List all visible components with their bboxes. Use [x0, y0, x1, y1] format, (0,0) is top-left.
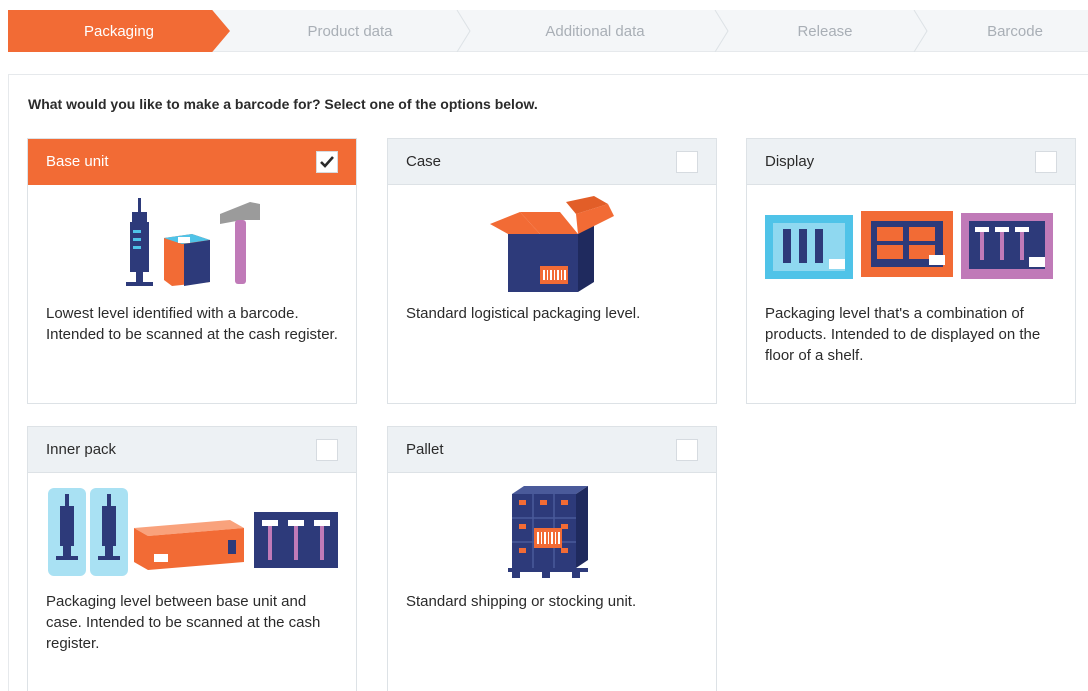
- checkmark-icon: [320, 155, 334, 168]
- step-additional-data[interactable]: Additional data: [470, 10, 720, 52]
- option-card-case[interactable]: Case Standard logistical packaging level…: [387, 138, 717, 404]
- chevron-right-icon: [913, 10, 928, 52]
- option-card-pallet[interactable]: Pallet Standard shipping or stocking uni…: [387, 426, 717, 691]
- step-barcode[interactable]: Barcode: [930, 10, 1088, 52]
- checkbox[interactable]: [676, 438, 698, 461]
- card-header: Pallet: [388, 427, 716, 473]
- inner-pack-illustration: [28, 473, 356, 591]
- option-card-display[interactable]: Display Packaging level that's a combina…: [746, 138, 1076, 404]
- pallet-illustration: [388, 473, 716, 591]
- card-description: Packaging level between base unit and ca…: [46, 593, 321, 652]
- step-product-data[interactable]: Product data: [230, 10, 470, 52]
- card-header: Display: [747, 139, 1075, 185]
- checkbox[interactable]: [676, 150, 698, 173]
- card-description: Standard logistical packaging level.: [406, 305, 641, 322]
- question-heading: What would you like to make a barcode fo…: [28, 96, 538, 112]
- card-header: Case: [388, 139, 716, 185]
- card-title: Inner pack: [46, 441, 117, 458]
- step-label: Product data: [307, 22, 393, 40]
- card-header: Inner pack: [28, 427, 356, 473]
- card-description: Packaging level that's a combination of …: [765, 305, 1041, 364]
- card-title: Pallet: [406, 441, 444, 458]
- step-label: Additional data: [545, 22, 645, 40]
- checkbox[interactable]: [316, 150, 338, 173]
- card-title: Display: [765, 153, 815, 170]
- card-description: Lowest level identified with a barcode. …: [46, 305, 338, 343]
- card-description: Standard shipping or stocking unit.: [406, 593, 637, 610]
- card-title: Case: [406, 153, 442, 170]
- step-label: Barcode: [987, 22, 1043, 40]
- base-unit-illustration: [28, 185, 356, 303]
- display-illustration: [747, 185, 1075, 303]
- step-release[interactable]: Release: [720, 10, 930, 52]
- option-card-base-unit[interactable]: Base unit Lowest level identified with a…: [27, 138, 357, 404]
- step-label: Release: [797, 22, 853, 40]
- step-packaging[interactable]: Packaging: [8, 10, 230, 52]
- card-title: Base unit: [46, 153, 109, 170]
- option-card-inner-pack[interactable]: Inner pack Packaging level between base …: [27, 426, 357, 691]
- checkbox[interactable]: [1035, 150, 1057, 173]
- checkbox[interactable]: [316, 438, 338, 461]
- card-header: Base unit: [28, 139, 356, 185]
- progress-stepper: Packaging Product data Additional data R…: [8, 10, 1088, 52]
- step-label: Packaging: [83, 22, 155, 40]
- case-illustration: [388, 185, 716, 303]
